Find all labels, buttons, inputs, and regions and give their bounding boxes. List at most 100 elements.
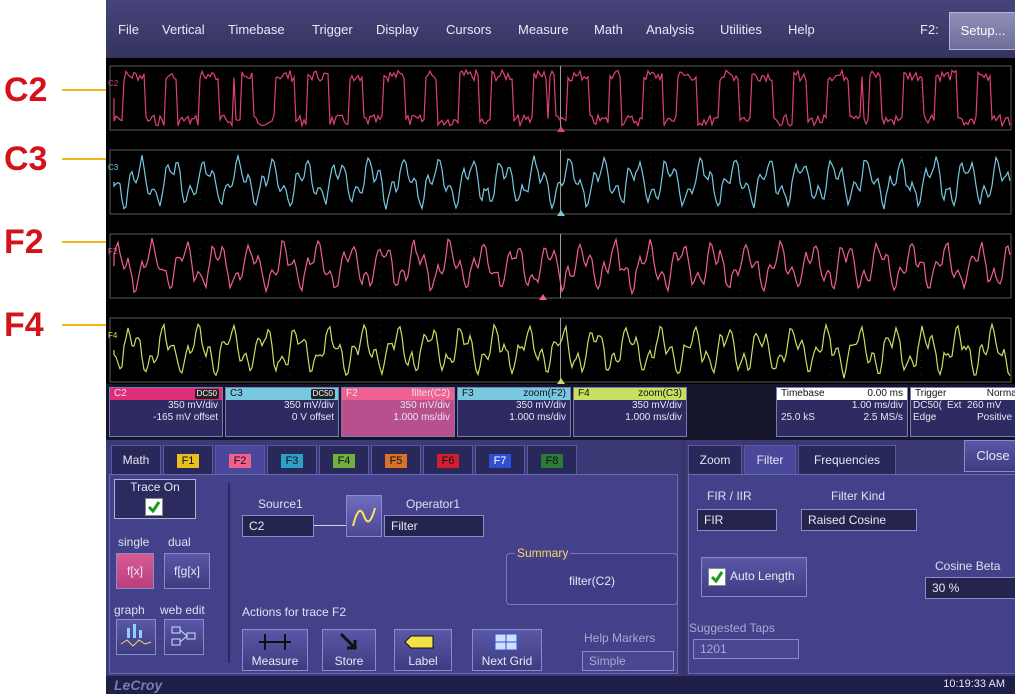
source1-field[interactable]: C2	[242, 515, 314, 537]
single-function-button[interactable]: f[x]	[116, 553, 154, 589]
auto-length-toggle[interactable]: Auto Length	[701, 557, 807, 597]
tab-f5-label: F5	[384, 454, 408, 468]
web-edit-button[interactable]	[164, 619, 204, 655]
operator1-field[interactable]: Filter	[384, 515, 484, 537]
callout-c2-line	[62, 89, 112, 91]
web-edit-icon	[171, 626, 196, 646]
measure-button[interactable]: Measure	[242, 629, 308, 671]
menu-help[interactable]: Help	[788, 22, 815, 37]
dual-label: dual	[168, 535, 191, 549]
descriptor-f3-title: zoom(F2)	[523, 388, 566, 399]
trigger-descriptor[interactable]: Trigger Normal DC50(Ext 260 mV Edge Positiv…	[910, 387, 1015, 437]
menu-timebase[interactable]: Timebase	[228, 22, 285, 37]
math-setup-panel: Math F1 F2 F3 F4 F5 F6 F7 F8 Trace On si…	[106, 440, 681, 676]
store-button[interactable]: Store	[322, 629, 376, 671]
check-icon	[710, 571, 724, 584]
menu-display[interactable]: Display	[376, 22, 419, 37]
tab-f6[interactable]: F6	[423, 445, 473, 474]
trace-on-checkbox[interactable]	[145, 498, 163, 516]
tab-f8[interactable]: F8	[527, 445, 577, 474]
menu-analysis[interactable]: Analysis	[646, 22, 694, 37]
tab-f4[interactable]: F4	[319, 445, 369, 474]
operator-button[interactable]	[346, 495, 382, 537]
trace-marker-c3[interactable]: C3	[108, 163, 119, 172]
measure-icon	[259, 634, 291, 650]
descriptor-f3-name: F3	[462, 388, 474, 399]
descriptor-f4-name: F4	[578, 388, 590, 399]
menu-utilities[interactable]: Utilities	[720, 22, 762, 37]
operator1-label: Operator1	[406, 497, 461, 511]
tab-f2[interactable]: F2	[215, 445, 265, 477]
help-markers-label: Help Markers	[584, 631, 656, 645]
label-button[interactable]: Label	[394, 629, 452, 671]
tab-frequencies[interactable]: Frequencies	[798, 445, 896, 474]
tab-f2-label: F2	[228, 454, 252, 468]
descriptor-f2-name: F2	[346, 388, 358, 399]
trace-on-box[interactable]: Trace On	[114, 479, 196, 519]
function-label: F2:	[920, 22, 939, 37]
menu-vertical[interactable]: Vertical	[162, 22, 205, 37]
descriptor-c3-offset: 0 V offset	[291, 412, 334, 423]
timebase-label: Timebase	[781, 388, 825, 399]
f2-tab-content: Trace On single dual f[x] f[g[x] graph w…	[109, 474, 678, 674]
tab-f5[interactable]: F5	[371, 445, 421, 474]
menu-cursors[interactable]: Cursors	[446, 22, 492, 37]
descriptor-f2-title: filter(C2)	[411, 388, 450, 399]
descriptor-f2-scale: 350 mV/div	[399, 400, 450, 411]
waveform-c2	[113, 68, 1011, 129]
descriptor-f4-timebase: 1.000 ms/div	[625, 412, 682, 423]
graph-button[interactable]	[116, 619, 156, 655]
descriptor-c3-scale: 350 mV/div	[283, 400, 334, 411]
setup-button[interactable]: Setup...	[949, 12, 1015, 50]
store-icon	[339, 632, 357, 650]
descriptor-f4-title: zoom(C3)	[638, 388, 682, 399]
descriptor-c3-badge: DC50	[310, 389, 335, 399]
source-connector	[314, 525, 346, 526]
tab-math[interactable]: Math	[111, 445, 161, 474]
tab-f7[interactable]: F7	[475, 445, 525, 474]
filter-kind-label: Filter Kind	[831, 489, 886, 503]
next-grid-button[interactable]: Next Grid	[472, 629, 542, 671]
tab-zoom[interactable]: Zoom	[688, 445, 742, 474]
callout-f4: F4	[4, 306, 44, 344]
dual-function-button[interactable]: f[g[x]	[164, 553, 210, 589]
tab-f1[interactable]: F1	[163, 445, 213, 474]
cosine-beta-field[interactable]: 30 %	[925, 577, 1015, 599]
descriptor-f2[interactable]: F2 filter(C2) 350 mV/div 1.000 ms/div	[341, 387, 455, 437]
store-label: Store	[334, 654, 364, 668]
trace-marker-f2[interactable]: F2	[108, 247, 118, 256]
tab-f8-label: F8	[540, 454, 564, 468]
waveform-f2	[113, 237, 1011, 296]
waveform-display: C2 C3 F2 F4	[108, 65, 1012, 384]
menu-file[interactable]: File	[118, 22, 139, 37]
descriptor-f4[interactable]: F4 zoom(C3) 350 mV/div 1.000 ms/div	[573, 387, 687, 437]
descriptor-f3[interactable]: F3 zoom(F2) 350 mV/div 1.000 ms/div	[457, 387, 571, 437]
fir-iir-field[interactable]: FIR	[697, 509, 777, 531]
trace-marker-f4[interactable]: F4	[108, 331, 118, 340]
trace-marker-c2[interactable]: C2	[108, 79, 119, 88]
menu-measure[interactable]: Measure	[518, 22, 569, 37]
callout-c3-line	[62, 158, 112, 160]
descriptor-c2[interactable]: C2 DC50 350 mV/div -165 mV offset	[109, 387, 223, 437]
tab-f3[interactable]: F3	[267, 445, 317, 474]
summary-box: Summary filter(C2)	[506, 546, 678, 605]
descriptor-f3-scale: 350 mV/div	[515, 400, 566, 411]
descriptor-c2-scale: 350 mV/div	[167, 400, 218, 411]
callout-f2-line	[62, 241, 112, 243]
filter-icon	[352, 507, 376, 527]
auto-length-checkbox[interactable]	[708, 568, 726, 586]
filter-kind-field[interactable]: Raised Cosine	[801, 509, 917, 531]
cosine-beta-label: Cosine Beta	[935, 559, 1001, 573]
oscilloscope-screen: File Vertical Timebase Trigger Display C…	[106, 0, 1015, 694]
close-button[interactable]: Close	[964, 440, 1015, 472]
help-markers-field[interactable]: Simple	[582, 651, 674, 671]
single-label: single	[118, 535, 150, 549]
timebase-descriptor[interactable]: Timebase 0.00 ms 1.00 ms/div 25.0 kS 2.5 M…	[776, 387, 908, 437]
menu-trigger[interactable]: Trigger	[312, 22, 353, 37]
tab-filter[interactable]: Filter	[744, 445, 796, 477]
menu-math[interactable]: Math	[594, 22, 623, 37]
grid-icon	[494, 633, 518, 651]
status-bar: LeCroy 10:19:33 AM	[106, 676, 1015, 694]
descriptor-c3[interactable]: C3 DC50 350 mV/div 0 V offset	[225, 387, 339, 437]
waveform-traces	[113, 68, 1011, 379]
